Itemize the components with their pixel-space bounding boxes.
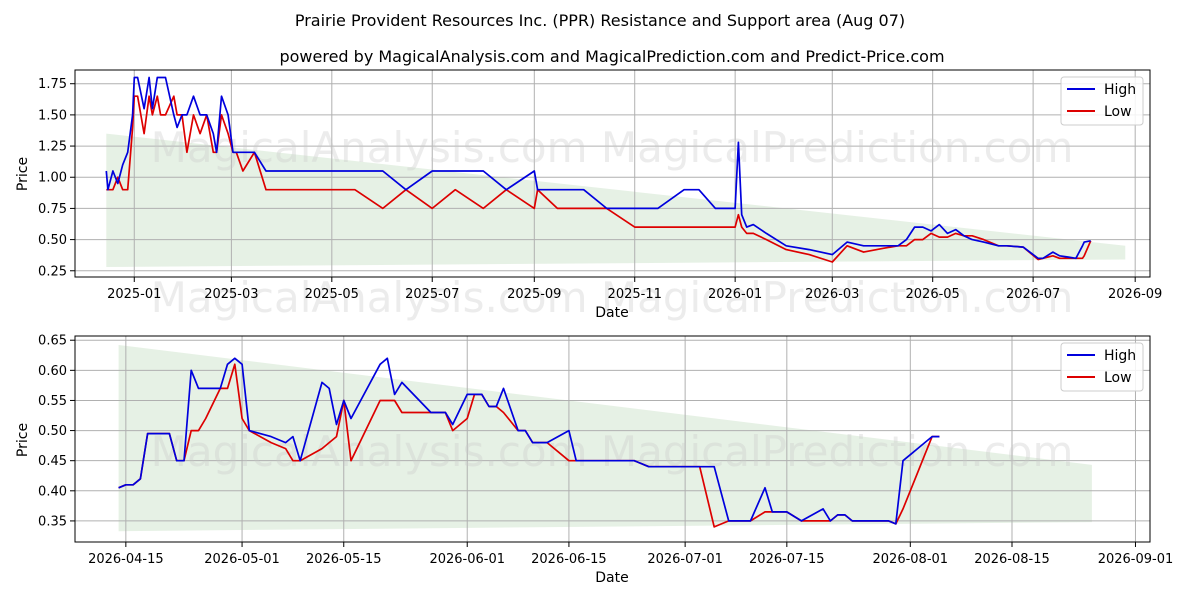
bottom-y-axis-label: Price [15,423,31,457]
top-y-tick-label: 0.25 [38,264,67,279]
top-x-tick-label: 2025-07 [405,287,459,302]
top-x-tick-label: 2025-11 [608,287,662,302]
bottom-legend: High Low [1060,342,1144,392]
top-y-tick-label: 1.50 [38,108,67,123]
top-x-tick-label: 2026-01 [708,287,762,302]
top-legend: High Low [1060,76,1144,126]
top-x-tick-label: 2025-05 [305,287,359,302]
chart-subtitle: powered by MagicalAnalysis.com and Magic… [279,47,944,66]
figure: Prairie Provident Resources Inc. (PPR) R… [0,0,1200,600]
bottom-x-tick-label: 2026-05-01 [204,552,280,567]
bottom-x-tick-label: 2026-04-15 [88,552,164,567]
bottom-x-tick-label: 2026-06-15 [531,552,607,567]
top-y-tick-label: 0.50 [38,233,67,248]
chart-title: Prairie Provident Resources Inc. (PPR) R… [295,11,905,30]
bottom-y-tick-label: 0.35 [38,514,67,529]
bottom-y-tick-label: 0.60 [38,364,67,379]
bottom-x-tick-label: 2026-06-01 [429,552,505,567]
top-x-tick-label: 2026-07 [1006,287,1060,302]
top-x-tick-label: 2025-09 [507,287,561,302]
bottom-x-tick-label: 2026-07-01 [647,552,723,567]
bottom-x-tick-label: 2026-07-15 [749,552,825,567]
bottom-x-tick-label: 2026-08-01 [873,552,949,567]
top-legend-high-label: High [1104,82,1136,98]
bottom-y-tick-label: 0.40 [38,484,67,499]
top-y-tick-label: 1.00 [38,171,67,186]
bottom-x-tick-label: 2026-08-15 [974,552,1050,567]
top-legend-low-label: Low [1104,104,1132,120]
bottom-legend-high-label: High [1104,348,1136,364]
top-x-tick-label: 2026-03 [805,287,859,302]
top-x-tick-label: 2025-03 [204,287,258,302]
top-x-tick-label: 2026-09 [1108,287,1162,302]
bottom-y-tick-label: 0.55 [38,394,67,409]
bottom-x-tick-label: 2026-05-15 [306,552,382,567]
top-y-tick-label: 1.25 [38,140,67,155]
bottom-x-axis-label: Date [595,570,628,586]
top-x-tick-label: 2026-05 [906,287,960,302]
watermark-bottom: MagicalAnalysis.com MagicalPrediction.co… [151,427,1074,476]
bottom-y-tick-label: 0.45 [38,454,67,469]
bottom-y-tick-label: 0.50 [38,424,67,439]
top-x-axis-label: Date [595,305,628,321]
bottom-y-tick-label: 0.65 [38,334,67,349]
top-y-tick-label: 1.75 [38,77,67,92]
bottom-x-tick-label: 2026-09-01 [1098,552,1174,567]
bottom-legend-low-label: Low [1104,370,1132,386]
top-y-tick-label: 0.75 [38,202,67,217]
watermark-top: MagicalAnalysis.com MagicalPrediction.co… [151,123,1074,172]
top-y-axis-label: Price [15,157,31,191]
top-x-tick-label: 2025-01 [107,287,161,302]
